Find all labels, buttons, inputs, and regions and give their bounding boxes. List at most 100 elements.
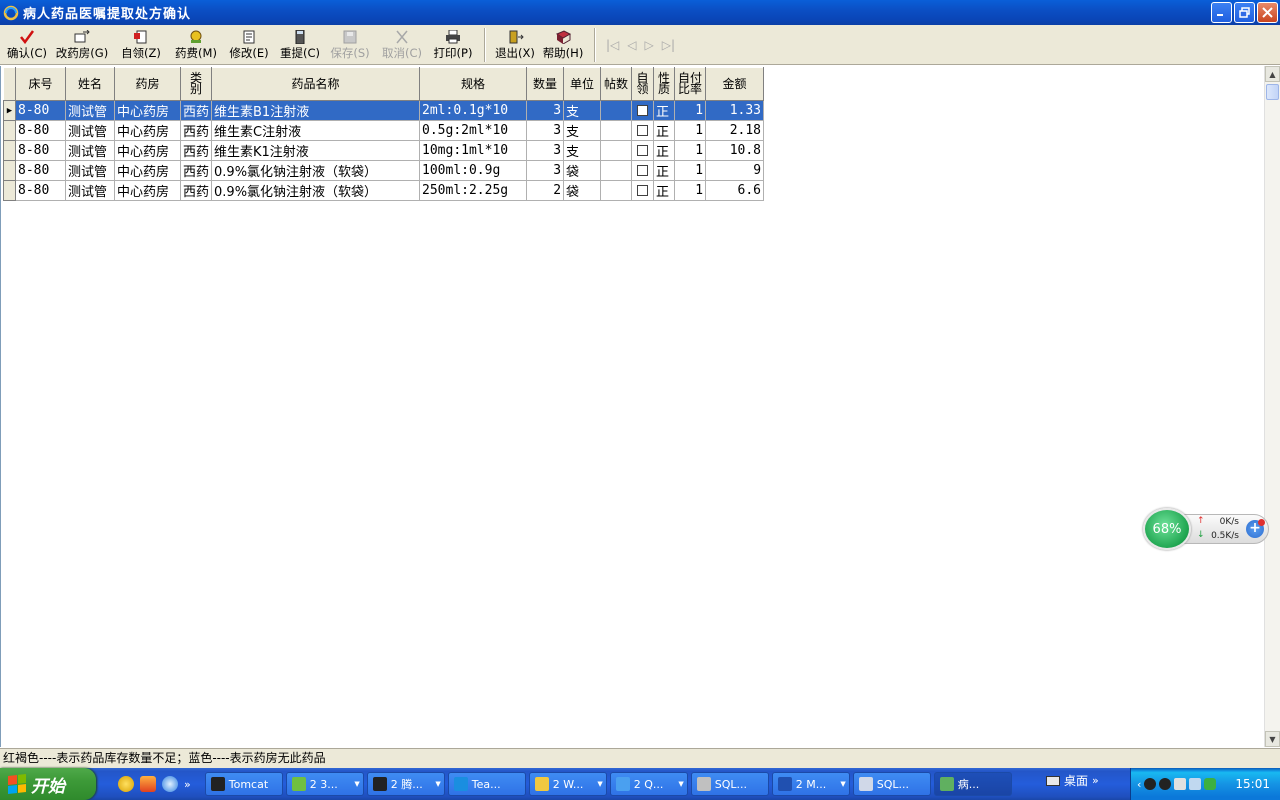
taskbar-task-button[interactable]: 2 腾... ▼ <box>366 772 445 796</box>
ratio-cell[interactable]: 1 <box>674 160 707 181</box>
taskbar-task-button[interactable]: 2 3... ▼ <box>285 772 364 796</box>
quick-launch-add-icon[interactable] <box>118 776 134 792</box>
patient-name-cell[interactable]: 测试管 <box>65 120 115 141</box>
ratio-cell[interactable]: 1 <box>674 120 707 141</box>
pharmacy-cell[interactable]: 中心药房 <box>114 120 181 141</box>
spec-cell[interactable]: 10mg:1ml*10 <box>419 140 528 161</box>
patient-name-cell[interactable]: 测试管 <box>65 140 115 161</box>
tray-expand-icon[interactable]: ‹ <box>1137 778 1141 791</box>
drug-name-cell[interactable]: 维生素C注射液 <box>211 120 421 141</box>
self-collect-checkbox[interactable] <box>637 145 649 156</box>
quantity-cell[interactable]: 3 <box>526 120 565 141</box>
memory-usage-ball[interactable]: 68% <box>1143 508 1191 550</box>
cancel-button[interactable]: 取消(C) <box>376 25 428 63</box>
table-row[interactable]: 8-80 测试管 中心药房 西药 维生素C注射液 0.5g:2ml*10 3 支 正 1 2.18 <box>3 120 765 141</box>
unit-cell[interactable]: 袋 <box>563 180 602 201</box>
network-speed-widget[interactable]: 68% ↑ 0K/s ↓ 0.5K/s + <box>1143 508 1270 550</box>
column-header[interactable]: 金额 <box>705 67 765 101</box>
taskbar-task-button[interactable]: SQL... <box>852 772 931 796</box>
spec-cell[interactable]: 2ml:0.1g*10 <box>419 100 528 121</box>
edit-button[interactable]: 修改(E) <box>222 25 276 63</box>
taskbar-task-button[interactable]: 2 Q... ▼ <box>609 772 688 796</box>
medicine-fee-button[interactable]: 药费(M) <box>170 25 222 63</box>
pharmacy-cell[interactable]: 中心药房 <box>114 180 181 201</box>
amount-cell[interactable]: 6.6 <box>705 180 765 201</box>
category-cell[interactable]: 西药 <box>179 100 213 121</box>
column-header[interactable]: 类别 <box>179 67 213 101</box>
column-header[interactable]: 姓名 <box>65 67 115 101</box>
ratio-cell[interactable]: 1 <box>674 100 707 121</box>
desktop-toolbar[interactable]: 桌面 » <box>1046 772 1099 789</box>
table-row[interactable]: 8-80 测试管 中心药房 西药 维生素K1注射液 10mg:1ml*10 3 支 正 1 10.8 <box>3 140 765 161</box>
self-collect-checkbox-cell[interactable] <box>631 160 655 181</box>
scroll-thumb[interactable] <box>1266 84 1279 100</box>
column-header[interactable]: 帖数 <box>600 67 633 101</box>
taskbar-task-button[interactable]: SQL... <box>690 772 769 796</box>
quick-launch-browser-icon[interactable] <box>162 776 178 792</box>
shield-tray-icon[interactable] <box>1204 778 1217 790</box>
patient-name-cell[interactable]: 测试管 <box>65 100 115 121</box>
ratio-cell[interactable]: 1 <box>674 180 707 201</box>
column-header[interactable]: 单位 <box>563 67 602 101</box>
column-header[interactable]: 自领 <box>631 67 655 101</box>
amount-cell[interactable]: 10.8 <box>705 140 765 161</box>
spec-cell[interactable]: 0.5g:2ml*10 <box>419 120 528 141</box>
amount-cell[interactable]: 1.33 <box>705 100 765 121</box>
column-header[interactable]: 药品名称 <box>211 67 421 101</box>
bed-cell[interactable]: 8-80 <box>15 180 66 201</box>
category-cell[interactable]: 西药 <box>179 180 213 201</box>
taskbar-task-button[interactable]: 2 M... ▼ <box>771 772 850 796</box>
taskbar-task-button[interactable]: Tea... <box>447 772 526 796</box>
column-header[interactable]: 自付比率 <box>674 67 707 101</box>
qq-tray-icon[interactable] <box>1144 778 1157 790</box>
re-extract-button[interactable]: 重提(C) <box>276 25 324 63</box>
pharmacy-cell[interactable]: 中心药房 <box>114 160 181 181</box>
nature-cell[interactable]: 正 <box>653 120 676 141</box>
taskbar-task-button[interactable]: 2 W... ▼ <box>528 772 607 796</box>
self-collect-checkbox-cell[interactable] <box>631 120 655 141</box>
table-row[interactable]: 8-80 测试管 中心药房 西药 0.9%氯化钠注射液（软袋） 100ml:0.9g 3 袋 正… <box>3 160 765 181</box>
self-collect-checkbox[interactable] <box>637 165 649 176</box>
column-header[interactable]: 数量 <box>526 67 565 101</box>
scroll-down-button[interactable]: ▼ <box>1265 731 1280 747</box>
table-row[interactable]: ▶ 8-80 测试管 中心药房 西药 维生素B1注射液 2ml:0.1g*10 3 支 正 1 1.3… <box>3 100 765 121</box>
nature-cell[interactable]: 正 <box>653 160 676 181</box>
quantity-cell[interactable]: 3 <box>526 140 565 161</box>
patient-name-cell[interactable]: 测试管 <box>65 160 115 181</box>
table-row[interactable]: 8-80 测试管 中心药房 西药 0.9%氯化钠注射液（软袋） 250ml:2.25g 2 袋… <box>3 180 765 201</box>
exit-button[interactable]: 退出(X) <box>492 25 538 63</box>
unit-cell[interactable]: 袋 <box>563 160 602 181</box>
patient-name-cell[interactable]: 测试管 <box>65 180 115 201</box>
nature-cell[interactable]: 正 <box>653 140 676 161</box>
self-collect-checkbox[interactable] <box>637 125 649 136</box>
category-cell[interactable]: 西药 <box>179 160 213 181</box>
drug-name-cell[interactable]: 0.9%氯化钠注射液（软袋） <box>211 160 421 181</box>
doses-cell[interactable] <box>600 100 633 121</box>
self-collect-checkbox[interactable] <box>637 105 649 116</box>
network-tray-icon[interactable] <box>1174 778 1187 790</box>
column-header[interactable]: 性质 <box>653 67 676 101</box>
taskbar-task-button[interactable]: 病... <box>933 772 1012 796</box>
doses-cell[interactable] <box>600 180 633 201</box>
quantity-cell[interactable]: 2 <box>526 180 565 201</box>
doses-cell[interactable] <box>600 160 633 181</box>
self-collect-checkbox-cell[interactable] <box>631 100 655 121</box>
qq-tray-icon[interactable] <box>1159 778 1172 790</box>
quantity-cell[interactable]: 3 <box>526 100 565 121</box>
confirm-button[interactable]: 确认(C) <box>2 25 52 63</box>
self-collect-checkbox[interactable] <box>637 185 649 196</box>
unit-cell[interactable]: 支 <box>563 100 602 121</box>
bed-cell[interactable]: 8-80 <box>15 140 66 161</box>
bed-cell[interactable]: 8-80 <box>15 100 66 121</box>
drug-name-cell[interactable]: 维生素K1注射液 <box>211 140 421 161</box>
spec-cell[interactable]: 100ml:0.9g <box>419 160 528 181</box>
start-button[interactable]: 开始 <box>0 768 96 800</box>
drug-name-cell[interactable]: 0.9%氯化钠注射液（软袋） <box>211 180 421 201</box>
unit-cell[interactable]: 支 <box>563 140 602 161</box>
pharmacy-cell[interactable]: 中心药房 <box>114 140 181 161</box>
prev-record-icon[interactable]: ◁ <box>627 38 636 52</box>
bed-cell[interactable]: 8-80 <box>15 120 66 141</box>
change-pharmacy-button[interactable]: 改药房(G) <box>52 25 112 63</box>
unit-cell[interactable]: 支 <box>563 120 602 141</box>
nature-cell[interactable]: 正 <box>653 100 676 121</box>
